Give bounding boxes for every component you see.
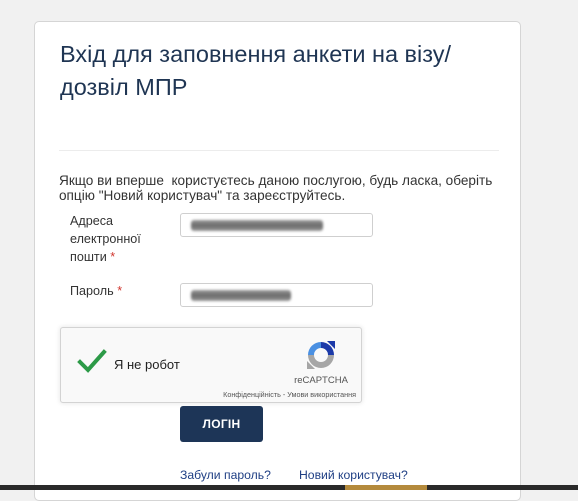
redacted-password-value (191, 290, 291, 301)
bottom-strip-accent (345, 485, 427, 490)
email-required-mark: * (110, 250, 116, 264)
email-field[interactable] (180, 213, 373, 237)
intro-text: Якщо ви вперше користуєтесь даною послуг… (59, 173, 497, 203)
forgot-password-link[interactable]: Забули пароль? (180, 468, 271, 482)
recaptcha-logo-icon (307, 341, 335, 369)
divider (59, 150, 499, 151)
redacted-email-value (191, 220, 323, 231)
recaptcha-label: Я не робот (114, 357, 180, 372)
page-title: Вхід для заповнення анкети на візу/ дозв… (60, 41, 452, 100)
password-required-mark: * (117, 284, 123, 298)
password-field[interactable] (180, 283, 373, 307)
email-label-text: Адреса електронної пошти (70, 214, 141, 264)
password-label-text: Пароль (70, 284, 114, 298)
recaptcha-brand: reCAPTCHA (294, 375, 348, 386)
privacy-link[interactable]: Конфіденційність (223, 390, 281, 399)
checkmark-icon[interactable] (77, 348, 107, 374)
email-label: Адреса електронної пошти * (70, 212, 170, 266)
new-user-link[interactable]: Новий користувач? (299, 468, 408, 482)
terms-link[interactable]: Умови використання (287, 390, 356, 399)
recaptcha-widget: Я не робот reCAPTCHA Конфіденційність - … (60, 327, 362, 403)
login-card: Вхід для заповнення анкети на візу/ дозв… (34, 21, 521, 501)
password-label: Пароль * (70, 282, 170, 300)
bottom-strip (0, 485, 578, 490)
recaptcha-links: Конфіденційність - Умови використання (191, 390, 356, 399)
login-button[interactable]: Логін (180, 406, 263, 442)
